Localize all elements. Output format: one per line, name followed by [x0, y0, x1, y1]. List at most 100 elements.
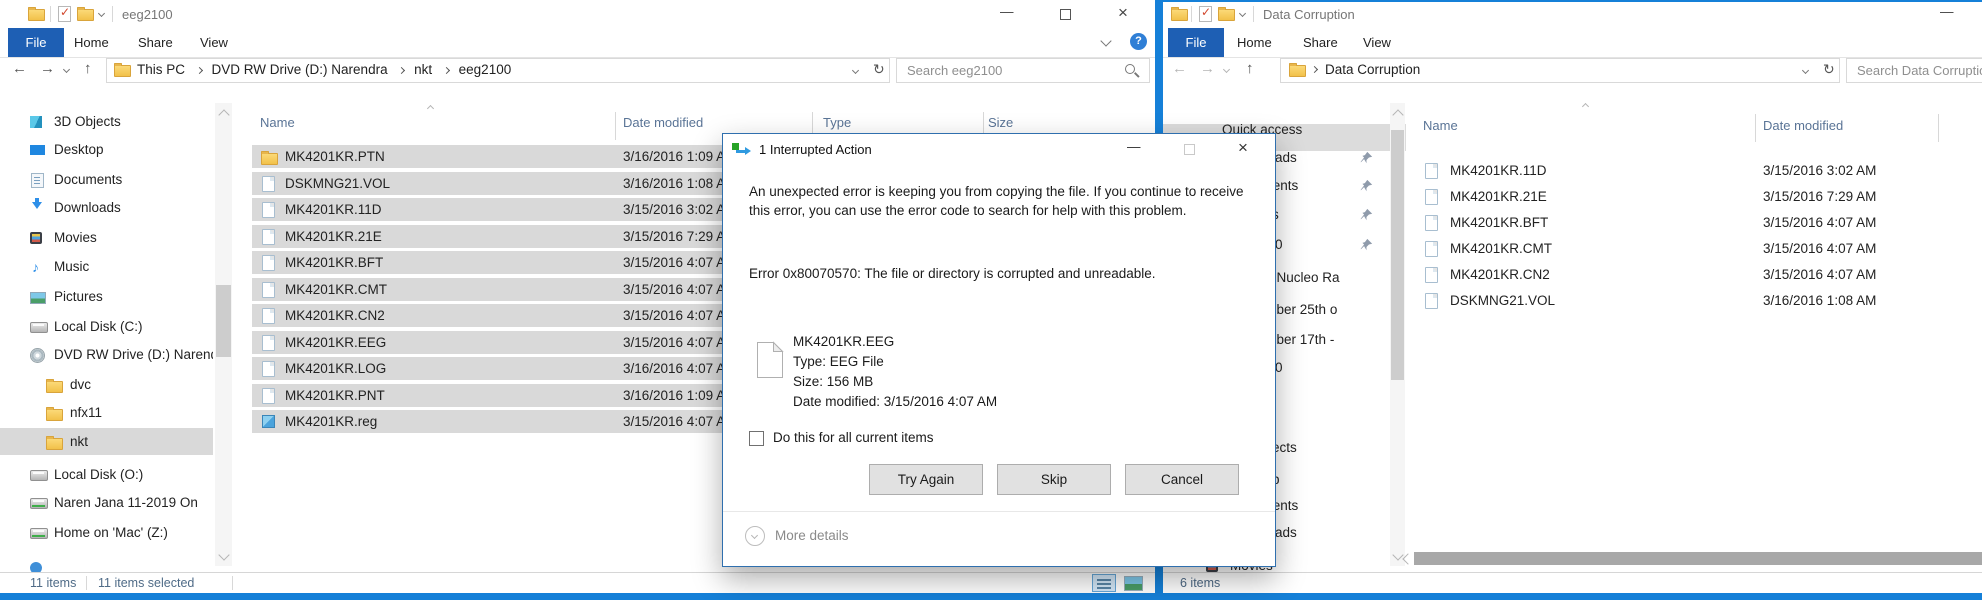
- refresh-icon[interactable]: ↻: [1823, 61, 1835, 78]
- network-globe-icon: [30, 562, 42, 572]
- table-row[interactable]: MK4201KR.BFT3/15/2016 4:07 AM: [1415, 212, 1975, 234]
- sidebar-item-pictures[interactable]: Pictures: [30, 285, 213, 309]
- desktop: ✓ eeg2100 — × File Home Share View ? ← →…: [0, 0, 1982, 600]
- search-input[interactable]: Search Data Corruption: [1846, 58, 1982, 83]
- new-folder-quick-icon[interactable]: [77, 9, 94, 21]
- sidebar-scrollbar[interactable]: [215, 103, 232, 566]
- close-button[interactable]: ×: [1118, 3, 1128, 23]
- interrupted-action-icon: [732, 143, 739, 150]
- sidebar-item-dvd-drive[interactable]: DVD RW Drive (D:) Narendra: [30, 343, 213, 367]
- horizontal-scrollbar[interactable]: [1398, 551, 1982, 567]
- dialog-close-button[interactable]: ×: [1238, 138, 1248, 158]
- dialog-maximize-button[interactable]: [1184, 144, 1195, 155]
- help-icon[interactable]: ?: [1130, 33, 1147, 50]
- sidebar-item-local-disk-o[interactable]: Local Disk (O:): [30, 463, 213, 487]
- file-icon: [756, 341, 784, 379]
- more-details-chevron-icon[interactable]: [745, 526, 765, 546]
- column-header-type[interactable]: Type: [823, 115, 851, 130]
- tab-home[interactable]: Home: [74, 28, 109, 57]
- dialog-titlebar: 1 Interrupted Action — ×: [723, 134, 1275, 166]
- skip-button[interactable]: Skip: [997, 464, 1111, 495]
- scrollbar-thumb[interactable]: [216, 285, 231, 357]
- pin-icon: [1360, 208, 1373, 221]
- network-drive-icon: [30, 498, 48, 509]
- sidebar-item-music[interactable]: ♪Music: [30, 255, 213, 279]
- file-icon: [262, 229, 275, 245]
- sidebar-item-naren-jana-drive[interactable]: Naren Jana 11-2019 On: [30, 491, 213, 515]
- table-row[interactable]: MK4201KR.21E3/15/2016 7:29 AM: [1415, 186, 1975, 208]
- minimize-ribbon-chevron-icon[interactable]: [1100, 35, 1111, 46]
- forward-icon[interactable]: →: [40, 60, 55, 77]
- selected-count: 11 items selected: [98, 576, 194, 590]
- refresh-icon[interactable]: ↻: [873, 61, 885, 78]
- details-view-button[interactable]: [1092, 574, 1116, 592]
- more-details-toggle[interactable]: More details: [775, 528, 849, 543]
- window-folder-icon: [28, 9, 45, 21]
- scroll-down-icon[interactable]: [218, 549, 229, 560]
- table-row[interactable]: MK4201KR.CMT3/15/2016 4:07 AM: [1415, 238, 1975, 260]
- table-row[interactable]: MK4201KR.CN23/15/2016 4:07 AM: [1415, 264, 1975, 286]
- divider: [50, 6, 51, 22]
- dialog-title: 1 Interrupted Action: [759, 142, 872, 157]
- maximize-button[interactable]: [1060, 9, 1071, 20]
- taskbar-edge[interactable]: [0, 593, 1982, 600]
- address-dropdown-chevron-icon[interactable]: [1802, 67, 1809, 74]
- dialog-minimize-button[interactable]: —: [1127, 139, 1141, 154]
- back-icon[interactable]: ←: [12, 60, 27, 77]
- left-sidebar: 3D Objects Desktop Documents Downloads M…: [0, 90, 213, 572]
- cancel-button[interactable]: Cancel: [1125, 464, 1239, 495]
- minimize-button[interactable]: —: [1000, 4, 1014, 19]
- column-header-size[interactable]: Size: [988, 115, 1013, 130]
- properties-quick-icon[interactable]: ✓: [58, 6, 71, 22]
- breadcrumb-drive[interactable]: DVD RW Drive (D:) Narendra: [212, 62, 388, 77]
- scrollbar-thumb[interactable]: [1391, 130, 1404, 380]
- scroll-left-icon[interactable]: [1402, 553, 1413, 564]
- sidebar-item-local-disk-c[interactable]: Local Disk (C:): [30, 315, 213, 339]
- column-header-name[interactable]: Name: [1423, 118, 1458, 133]
- folder-icon: [46, 438, 63, 450]
- sidebar-item-movies[interactable]: Movies: [30, 226, 213, 250]
- tab-file[interactable]: File: [8, 28, 64, 57]
- sidebar-item-home-mac[interactable]: Home on 'Mac' (Z:): [30, 521, 213, 545]
- tab-view[interactable]: View: [200, 28, 228, 57]
- sidebar-item-downloads[interactable]: Downloads: [30, 196, 213, 220]
- column-header-date[interactable]: Date modified: [1763, 118, 1843, 133]
- dvd-icon: [30, 348, 45, 363]
- tab-share[interactable]: Share: [138, 28, 173, 57]
- left-navbar: ← → ↑ This PC DVD RW Drive (D:) Narendra…: [0, 58, 1155, 84]
- column-divider[interactable]: [1938, 114, 1939, 142]
- column-divider[interactable]: [1755, 114, 1756, 142]
- thumbnail-view-button[interactable]: [1121, 574, 1145, 592]
- search-input[interactable]: Search eeg2100: [896, 58, 1150, 83]
- desktop-icon: [30, 145, 45, 155]
- breadcrumb-nkt[interactable]: nkt: [414, 62, 432, 77]
- minimize-button[interactable]: —: [1940, 4, 1954, 19]
- folder-icon: [46, 409, 63, 421]
- breadcrumb-eeg2100[interactable]: eeg2100: [459, 62, 512, 77]
- scrollbar-thumb[interactable]: [1414, 552, 1982, 565]
- sidebar-item-dvc[interactable]: dvc: [46, 373, 213, 397]
- column-header-date[interactable]: Date modified: [623, 115, 703, 130]
- customize-toolbar-chevron-icon[interactable]: [98, 10, 105, 17]
- breadcrumb-this-pc[interactable]: This PC: [137, 62, 185, 77]
- address-bar[interactable]: This PC DVD RW Drive (D:) Narendra nkt e…: [106, 58, 890, 83]
- file-icon: [262, 388, 275, 404]
- do-for-all-checkbox[interactable]: [749, 431, 764, 446]
- sidebar-item-documents[interactable]: Documents: [30, 168, 213, 192]
- search-icon: [1125, 64, 1135, 74]
- column-header-name[interactable]: Name: [260, 115, 295, 130]
- file-icon: [262, 176, 275, 192]
- recent-locations-chevron-icon[interactable]: [63, 66, 70, 73]
- try-again-button[interactable]: Try Again: [869, 464, 983, 495]
- sidebar-item-nfx11[interactable]: nfx11: [46, 401, 213, 425]
- sidebar-scrollbar[interactable]: [1390, 103, 1405, 566]
- sidebar-item-network[interactable]: [30, 556, 213, 572]
- address-dropdown-chevron-icon[interactable]: [852, 67, 859, 74]
- table-row[interactable]: DSKMNG21.VOL3/16/2016 1:08 AM: [1415, 290, 1975, 312]
- breadcrumb-chevron-icon: [196, 67, 203, 74]
- table-row[interactable]: MK4201KR.11D3/15/2016 3:02 AM: [1415, 160, 1975, 182]
- up-icon[interactable]: ↑: [84, 60, 92, 77]
- column-divider[interactable]: [615, 112, 616, 140]
- sidebar-item-nkt[interactable]: nkt: [46, 430, 213, 454]
- file-icon: [1425, 189, 1438, 205]
